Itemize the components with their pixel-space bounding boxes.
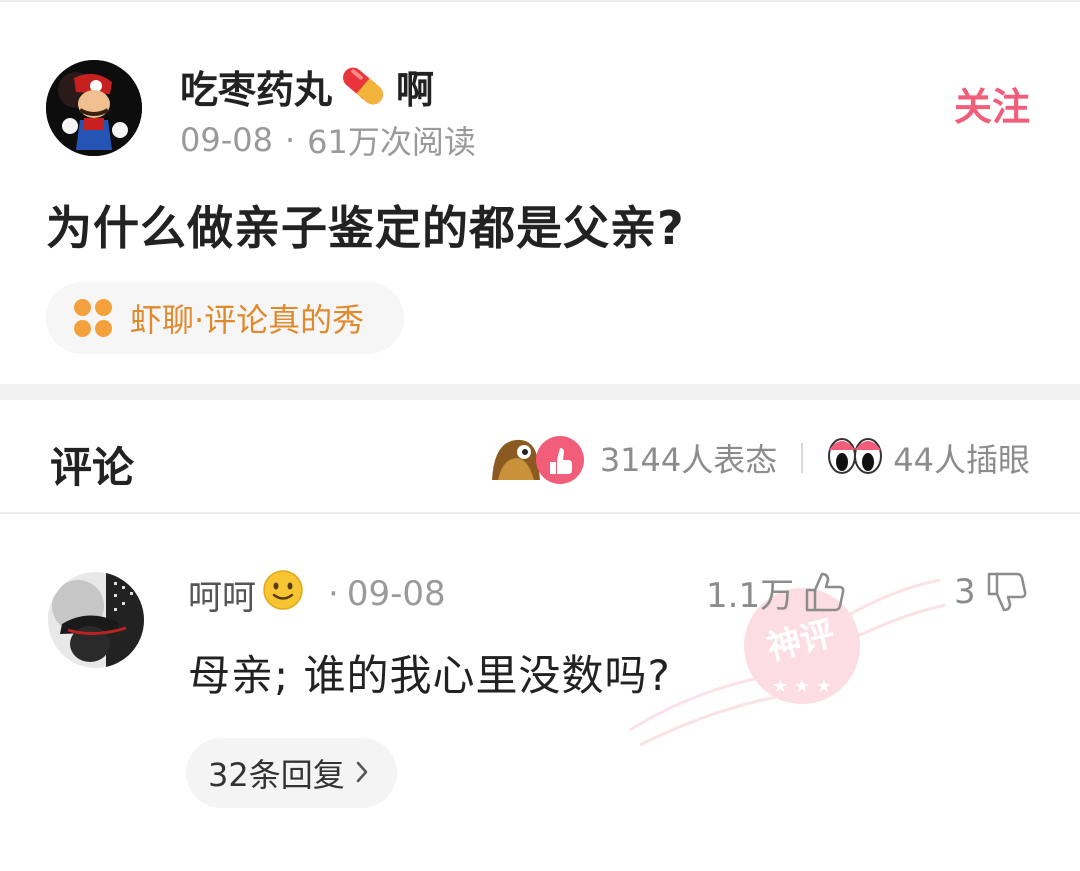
reactions-count: 3144人表态	[599, 441, 778, 479]
eyes-icon	[827, 432, 883, 484]
commenter-name[interactable]: 呵呵	[188, 569, 304, 618]
topic-grid-icon	[74, 299, 112, 337]
view-replies-button[interactable]: 32条回复	[186, 738, 397, 808]
follow-button[interactable]: 关注	[954, 76, 1030, 131]
comment-date-dot: ·	[328, 574, 339, 614]
comment-date-text: 09-08	[346, 574, 446, 614]
meta-separator: ·	[284, 121, 296, 159]
like-count: 1.1万	[706, 575, 795, 616]
post-title: 为什么做亲子鉴定的都是父亲?	[46, 201, 685, 255]
dislike-count: 3	[954, 572, 976, 612]
eyes-count: 44人插眼	[893, 441, 1030, 479]
post-date: 09-08	[180, 121, 273, 159]
author-name-suffix: 啊	[396, 67, 435, 112]
like-button[interactable]: 1.1万	[706, 566, 846, 618]
reaction-emoji-icon	[491, 436, 584, 484]
author-name[interactable]: 吃枣药丸 啊	[180, 60, 434, 112]
reactions-summary[interactable]: 3144人表态 44人插眼	[488, 430, 1030, 486]
replies-label: 32条回复	[208, 756, 345, 794]
svg-text:★ ★ ★: ★ ★ ★	[772, 676, 832, 697]
dislike-button[interactable]: 3	[954, 566, 1028, 618]
topic-label: 虾聊·评论真的秀	[130, 301, 365, 339]
reaction-icons	[488, 430, 588, 486]
comments-title: 评论	[50, 443, 135, 492]
author-name-text: 吃枣药丸	[180, 67, 333, 112]
thumbs-up-icon	[805, 572, 845, 612]
comments-header: 评论 3144人表态 44人插眼	[0, 400, 1080, 514]
topic-chip[interactable]: 虾聊·评论真的秀	[46, 282, 405, 354]
comment-text: 母亲; 谁的我心里没数吗?	[188, 651, 671, 700]
author-meta: 09-08 · 61万次阅读	[180, 120, 476, 161]
section-divider	[0, 384, 1080, 400]
comment-date: · 09-08	[328, 572, 446, 616]
commenter-name-text: 呵呵	[188, 577, 256, 618]
pill-emoji-icon	[336, 60, 390, 112]
reactions-separator	[801, 443, 804, 473]
chevron-right-icon	[355, 754, 369, 792]
author-avatar[interactable]	[46, 60, 142, 156]
view-count: 61万次阅读	[307, 123, 476, 161]
commenter-avatar[interactable]	[48, 572, 144, 668]
smile-emoji-icon	[262, 569, 304, 620]
post-header: 吃枣药丸 啊 09-08 · 61万次阅读 关注 为什么做亲子鉴定的都是父亲? …	[0, 0, 1080, 384]
thumbs-down-icon	[987, 572, 1027, 612]
